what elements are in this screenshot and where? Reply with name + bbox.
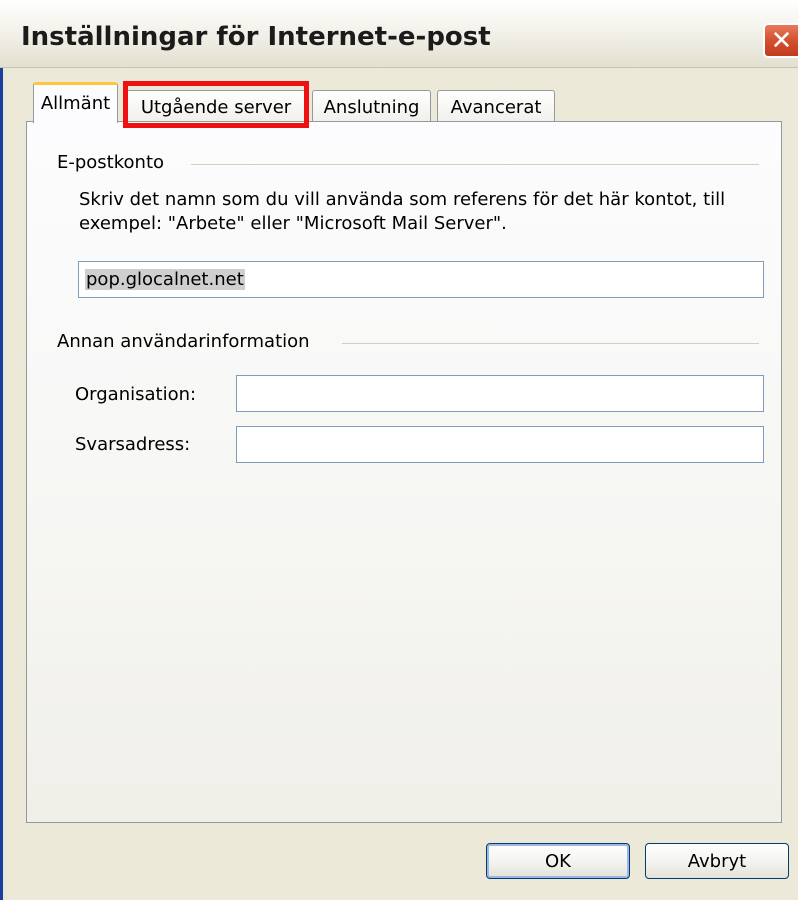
user-info-group-divider: [342, 343, 759, 344]
tab-utgaende-server-label: Utgående server: [140, 96, 292, 118]
tab-avancerat-label: Avancerat: [450, 96, 542, 118]
cancel-button[interactable]: Avbryt: [645, 843, 789, 879]
account-name-input[interactable]: pop.glocalnet.net: [78, 261, 764, 298]
tab-allmant[interactable]: Allmänt: [33, 82, 118, 125]
window-left-edge: [0, 0, 9, 900]
dialog-title: Inställningar för Internet-e-post: [21, 22, 491, 52]
organisation-label: Organisation:: [75, 384, 197, 405]
close-icon: ✕: [770, 25, 793, 56]
tab-utgaende-server[interactable]: Utgående server: [126, 90, 306, 123]
account-group-divider: [191, 164, 759, 165]
title-bar: Inställningar för Internet-e-post ✕: [0, 0, 798, 68]
tab-anslutning-label: Anslutning: [323, 96, 420, 118]
internet-email-settings-dialog: Inställningar för Internet-e-post ✕ Allm…: [0, 0, 798, 900]
tab-anslutning[interactable]: Anslutning: [312, 90, 431, 123]
reply-address-label: Svarsadress:: [75, 434, 191, 455]
ok-button-label: OK: [545, 850, 571, 872]
account-name-value: pop.glocalnet.net: [85, 269, 245, 290]
account-description: Skriv det namn som du vill använda som r…: [79, 189, 726, 234]
account-group-title: E-postkonto: [57, 152, 165, 173]
close-button[interactable]: ✕: [763, 23, 798, 58]
tab-avancerat[interactable]: Avancerat: [437, 90, 555, 123]
cancel-button-label: Avbryt: [687, 850, 747, 872]
tab-allmant-label: Allmänt: [40, 93, 111, 114]
reply-address-input[interactable]: [236, 426, 764, 463]
organisation-input[interactable]: [236, 375, 764, 412]
ok-button[interactable]: OK: [486, 843, 630, 879]
user-info-group-title: Annan användarinformation: [57, 331, 310, 352]
